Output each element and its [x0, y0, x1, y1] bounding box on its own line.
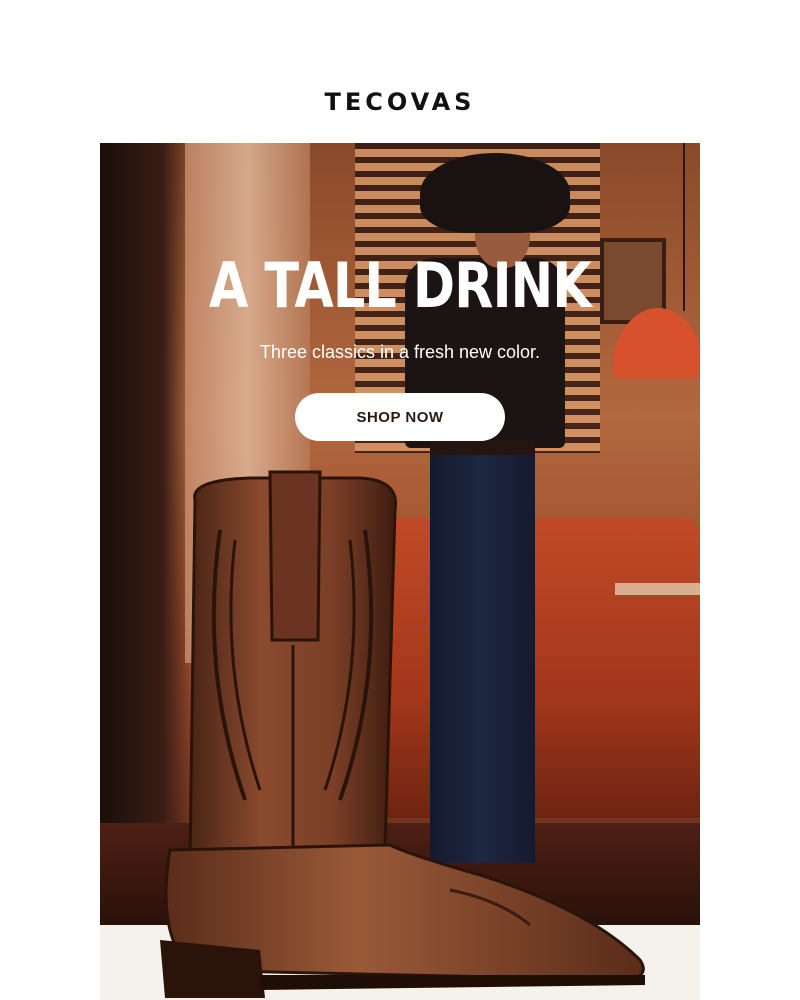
hero-headline: A TALL DRINK	[209, 249, 592, 322]
hero-subhead: Three classics in a fresh new color.	[259, 342, 541, 362]
cowboy-boot-image[interactable]	[150, 470, 650, 1000]
model-belt	[430, 441, 535, 455]
shop-now-button[interactable]: SHOP NOW	[295, 393, 505, 441]
hero-bg-lamp-cord	[683, 143, 685, 311]
model-cowboy-hat	[420, 153, 570, 233]
brand-logo[interactable]: TECOVAS	[0, 88, 800, 116]
